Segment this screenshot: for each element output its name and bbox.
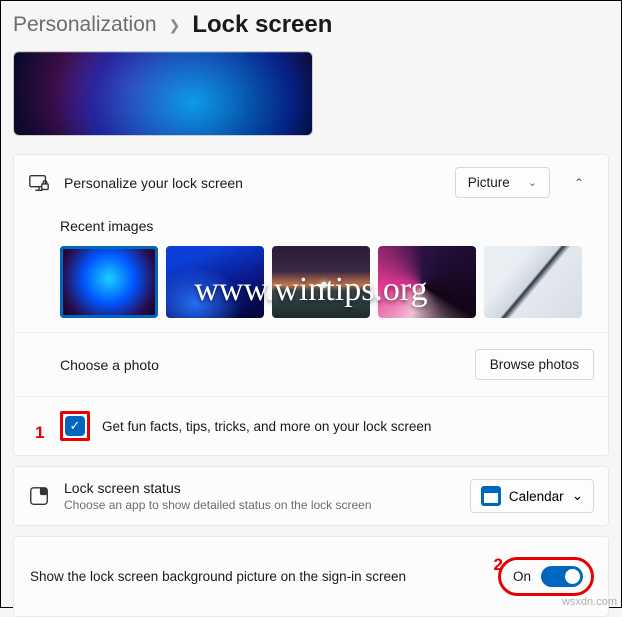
annotation-box-1: ✓ xyxy=(60,411,90,441)
status-icon xyxy=(28,485,50,507)
preview-image xyxy=(14,52,312,135)
recent-images-list xyxy=(60,246,594,318)
signin-row: Show the lock screen background picture … xyxy=(14,537,608,616)
signin-label: Show the lock screen background picture … xyxy=(30,569,498,584)
collapse-button[interactable]: ⌃ xyxy=(564,168,594,198)
chevron-down-icon: ⌄ xyxy=(572,488,583,504)
fun-facts-checkbox[interactable]: ✓ xyxy=(65,416,85,436)
fun-facts-row: ✓ Get fun facts, tips, tricks, and more … xyxy=(14,396,608,455)
breadcrumb: Personalization ❯ Lock screen xyxy=(1,1,621,51)
recent-images-section: Recent images xyxy=(14,210,608,332)
select-value: Picture xyxy=(468,175,510,190)
browse-photos-button[interactable]: Browse photos xyxy=(475,349,594,380)
signin-card: Show the lock screen background picture … xyxy=(13,536,609,617)
choose-photo-label: Choose a photo xyxy=(60,357,475,373)
recent-image-2[interactable] xyxy=(166,246,264,318)
status-subtitle: Choose an app to show detailed status on… xyxy=(64,498,456,512)
annotation-marker-2: 2 xyxy=(494,555,503,575)
annotation-box-2: On xyxy=(498,557,594,596)
signin-toggle[interactable] xyxy=(541,566,583,587)
status-app-select[interactable]: Calendar ⌄ xyxy=(470,479,594,513)
page-title: Lock screen xyxy=(192,11,332,39)
status-row[interactable]: Lock screen status Choose an app to show… xyxy=(14,467,608,525)
status-app-value: Calendar xyxy=(509,489,564,504)
annotation-marker-1: 1 xyxy=(35,423,44,443)
recent-image-3[interactable] xyxy=(272,246,370,318)
recent-image-4[interactable] xyxy=(378,246,476,318)
monitor-lock-icon xyxy=(28,172,50,194)
recent-images-label: Recent images xyxy=(60,218,594,234)
chevron-up-icon: ⌃ xyxy=(574,176,584,190)
recent-image-1[interactable] xyxy=(60,246,158,318)
personalize-label: Personalize your lock screen xyxy=(64,175,441,191)
fun-facts-label: Get fun facts, tips, tricks, and more on… xyxy=(102,419,431,434)
personalize-card: Personalize your lock screen Picture ⌄ ⌃… xyxy=(13,154,609,456)
background-type-select[interactable]: Picture ⌄ xyxy=(455,167,550,198)
attribution: wsxdn.com xyxy=(562,596,617,608)
status-card: Lock screen status Choose an app to show… xyxy=(13,466,609,526)
check-icon: ✓ xyxy=(70,418,81,434)
chevron-down-icon: ⌄ xyxy=(528,176,537,189)
toggle-state-text: On xyxy=(513,569,531,584)
choose-photo-row: Choose a photo Browse photos xyxy=(14,332,608,396)
status-title: Lock screen status xyxy=(64,480,456,496)
breadcrumb-parent[interactable]: Personalization xyxy=(13,13,157,37)
recent-image-5[interactable] xyxy=(484,246,582,318)
personalize-header-row[interactable]: Personalize your lock screen Picture ⌄ ⌃ xyxy=(14,155,608,210)
lock-screen-preview xyxy=(13,51,313,136)
chevron-right-icon: ❯ xyxy=(169,17,181,34)
calendar-icon xyxy=(481,486,501,506)
